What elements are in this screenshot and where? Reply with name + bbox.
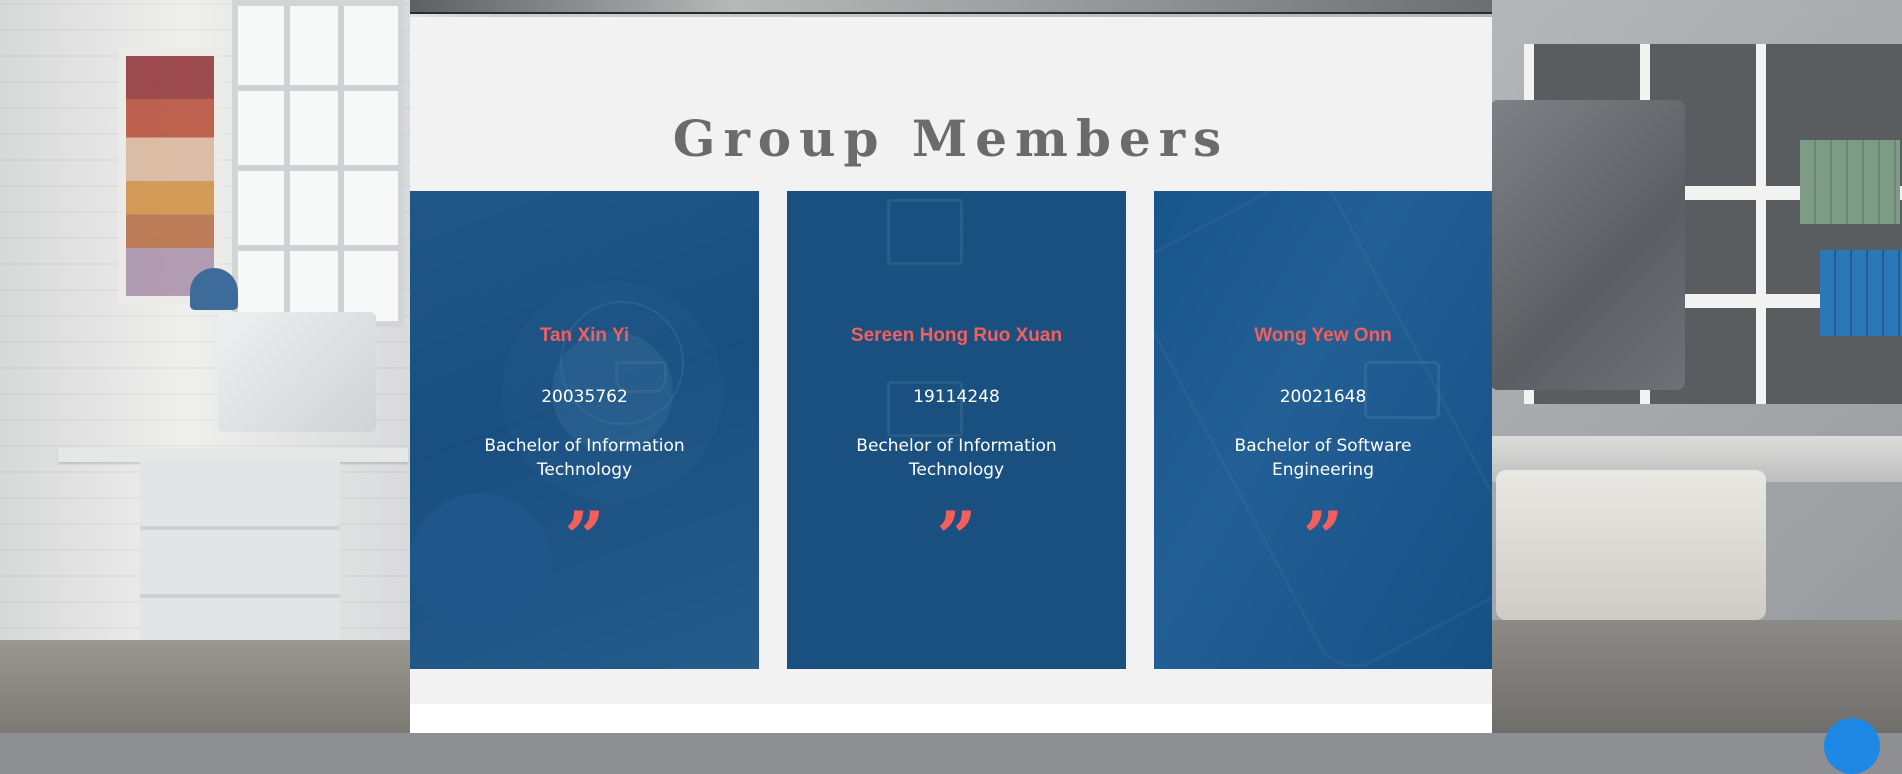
background-binders-blue — [1820, 250, 1902, 336]
member-name: Sereen Hong Ruo Xuan — [850, 325, 1063, 346]
member-degree: Bechelor of Information Technology — [856, 436, 1057, 480]
member-degree: Bachelor of Information Technology — [484, 436, 685, 480]
background-window — [232, 0, 404, 327]
member-card-3: Wong Yew Onn 20021648 Bachelor of Softwa… — [1154, 191, 1492, 669]
background-lamp — [190, 268, 238, 310]
group-members-section: Group Members Tan Xin Yi 20035762 Bachel… — [410, 17, 1492, 704]
background-floor-left — [0, 640, 410, 733]
section-title: Group Members — [672, 109, 1230, 168]
quote-icon: ” — [936, 496, 977, 579]
member-card-2: Sereen Hong Ruo Xuan 19114248 Bechelor o… — [787, 191, 1126, 669]
member-student-id: 19114248 — [913, 387, 1000, 407]
background-cabinet — [140, 462, 340, 662]
member-cards: Tan Xin Yi 20035762 Bachelor of Informat… — [410, 191, 1492, 669]
member-card-1: Tan Xin Yi 20035762 Bachelor of Informat… — [410, 191, 759, 669]
chat-icon[interactable] — [1824, 718, 1880, 774]
member-card-content: Wong Yew Onn 20021648 Bachelor of Softwa… — [1154, 191, 1492, 669]
member-student-id: 20021648 — [1279, 387, 1367, 407]
member-card-content: Sereen Hong Ruo Xuan 19114248 Bechelor o… — [787, 191, 1126, 669]
background-chair — [1496, 470, 1766, 620]
member-card-content: Tan Xin Yi 20035762 Bachelor of Informat… — [410, 191, 759, 669]
background-floor-right — [1492, 620, 1902, 733]
next-section-edge — [410, 704, 1492, 733]
background-desk-left — [58, 448, 408, 462]
quote-icon: ” — [1302, 496, 1344, 579]
member-name: Tan Xin Yi — [539, 325, 630, 346]
background-color-swatches — [118, 48, 222, 304]
previous-section-edge — [410, 0, 1492, 14]
member-name: Wong Yew Onn — [1254, 325, 1392, 346]
background-monitor-left — [218, 312, 376, 432]
quote-icon: ” — [564, 496, 605, 579]
member-degree: Bachelor of Software Engineering — [1234, 436, 1412, 480]
background-binders — [1800, 140, 1900, 224]
background-monitor-right — [1490, 100, 1685, 390]
member-student-id: 20035762 — [541, 387, 628, 407]
